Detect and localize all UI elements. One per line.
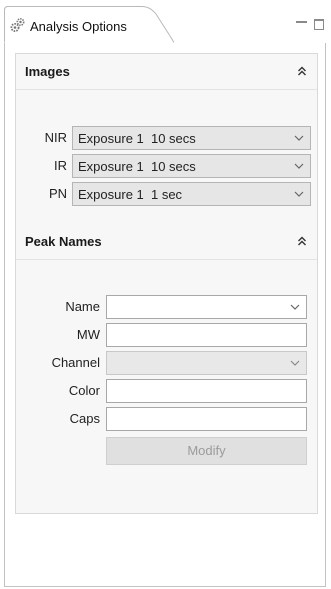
color-row: Color xyxy=(16,379,319,403)
images-section: Images NIR Exposure 1 10 secs IR Exposur… xyxy=(15,53,318,225)
images-section-title: Images xyxy=(25,64,70,79)
tab-strip: Analysis Options xyxy=(4,6,326,44)
name-label: Name xyxy=(65,299,100,314)
nir-exposure-value: Exposure 1 10 secs xyxy=(78,131,196,146)
chevron-down-icon xyxy=(294,135,304,141)
view-controls xyxy=(295,18,324,30)
options-panel: Images NIR Exposure 1 10 secs IR Exposur… xyxy=(4,43,326,587)
minimize-icon[interactable] xyxy=(295,18,308,30)
mw-label: MW xyxy=(76,327,100,342)
images-section-header[interactable]: Images xyxy=(16,54,317,90)
peak-names-section-title: Peak Names xyxy=(25,234,102,249)
chevron-down-icon xyxy=(290,360,300,366)
pn-row: PN Exposure 1 1 sec xyxy=(16,182,319,206)
ir-row: IR Exposure 1 10 secs xyxy=(16,154,319,178)
color-input[interactable] xyxy=(106,379,307,403)
nir-row: NIR Exposure 1 10 secs xyxy=(16,126,319,150)
section-divider xyxy=(16,89,317,90)
caps-row: Caps xyxy=(16,407,319,431)
ir-label: IR xyxy=(54,158,67,173)
pn-exposure-value: Exposure 1 1 sec xyxy=(78,187,183,202)
tab-title: Analysis Options xyxy=(30,19,127,34)
tab-analysis-options[interactable]: Analysis Options xyxy=(4,6,174,43)
mw-input[interactable] xyxy=(106,323,307,347)
chevron-down-icon xyxy=(294,163,304,169)
peak-names-section-header[interactable]: Peak Names xyxy=(16,224,317,260)
nir-exposure-select[interactable]: Exposure 1 10 secs xyxy=(72,126,311,150)
caps-input[interactable] xyxy=(106,407,307,431)
color-label: Color xyxy=(68,383,100,398)
peak-name-select[interactable] xyxy=(106,295,307,319)
name-row: Name xyxy=(16,295,319,319)
mw-row: MW xyxy=(16,323,319,347)
chevron-down-icon xyxy=(294,191,304,197)
maximize-icon[interactable] xyxy=(314,19,324,30)
analysis-options-view: Analysis Options Images NIR Exposure 1 1… xyxy=(4,6,326,587)
modify-button[interactable]: Modify xyxy=(106,437,307,465)
channel-label: Channel xyxy=(51,355,100,370)
nir-label: NIR xyxy=(44,130,67,145)
section-divider xyxy=(16,259,317,260)
caps-label: Caps xyxy=(69,411,100,426)
ir-exposure-value: Exposure 1 10 secs xyxy=(78,159,196,174)
collapse-icon[interactable] xyxy=(297,235,307,249)
ir-exposure-select[interactable]: Exposure 1 10 secs xyxy=(72,154,311,178)
channel-row: Channel xyxy=(16,351,319,375)
peak-names-section: Peak Names Name MW Channel Color Caps Mo… xyxy=(15,224,318,514)
pn-exposure-select[interactable]: Exposure 1 1 sec xyxy=(72,182,311,206)
chevron-down-icon xyxy=(290,304,300,310)
gears-icon xyxy=(10,17,26,33)
collapse-icon[interactable] xyxy=(297,65,307,79)
channel-select[interactable] xyxy=(106,351,307,375)
pn-label: PN xyxy=(48,186,67,201)
